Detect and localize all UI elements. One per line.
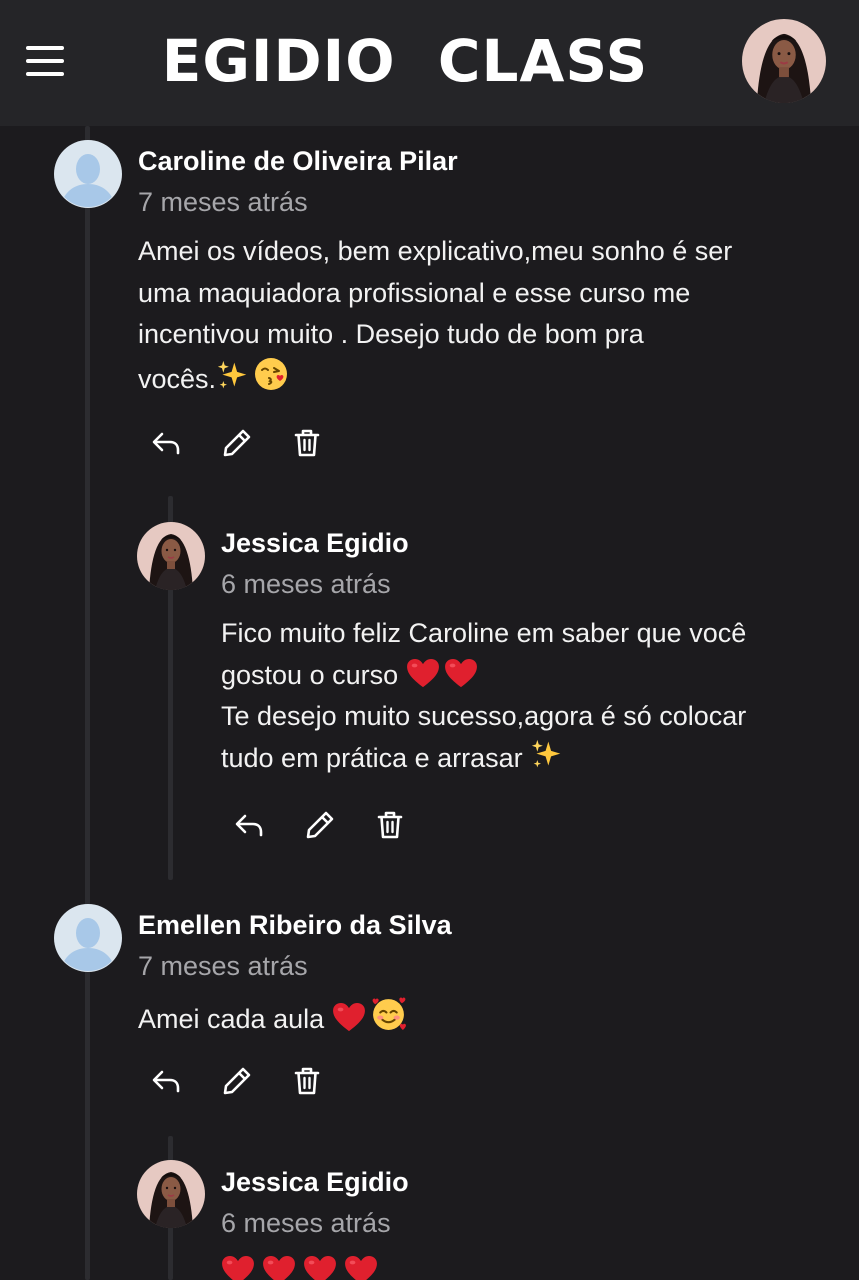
comment: Caroline de Oliveira Pilar 7 meses atrás… (0, 126, 859, 486)
reply-text-line: Te desejo muito sucesso,agora é só coloc… (221, 701, 747, 731)
comment-text: vocês. (138, 363, 217, 394)
reply-author: Jessica Egidio (221, 528, 409, 558)
reply-body (221, 1252, 841, 1280)
reply-comment: Jessica Egidio 6 meses atrás Fico muito … (0, 506, 859, 876)
sparkles-emoji (216, 359, 249, 392)
comment-text-line-last: vocês. (138, 356, 838, 401)
comment-text-line: Amei os vídeos, bem explicativo,meu sonh… (138, 236, 733, 266)
emoji-line (221, 1252, 841, 1280)
brand-logo: EGIDIO CLASS (161, 27, 649, 95)
jessica-avatar (137, 1160, 205, 1228)
comment-text: Amei cada aula (138, 1004, 325, 1034)
heart-emoji (221, 1255, 255, 1280)
comment-body: Amei os vídeos, bem explicativo,meu sonh… (138, 231, 838, 400)
reply-text-line: Fico muito feliz Caroline em saber que v… (221, 618, 747, 648)
reply-text-line: tudo em prática e arrasar (221, 738, 841, 780)
profile-avatar[interactable] (742, 19, 826, 103)
jessica-avatar (137, 522, 205, 590)
delete-icon[interactable] (289, 1063, 325, 1099)
smiling-face-with-hearts-emoji (370, 995, 407, 1032)
delete-icon[interactable] (289, 425, 325, 461)
hamburger-menu-icon[interactable] (26, 44, 66, 78)
reply-time: 6 meses atrás (221, 1208, 391, 1238)
comment: Emellen Ribeiro da Silva 7 meses atrás A… (0, 890, 859, 1130)
reply-text: tudo em prática e arrasar (221, 742, 523, 773)
reply-body: Fico muito feliz Caroline em saber que v… (221, 613, 841, 779)
comment-actions (148, 1063, 328, 1099)
heart-emoji (332, 1002, 366, 1032)
edit-icon[interactable] (219, 1063, 255, 1099)
comment-author: Caroline de Oliveira Pilar (138, 146, 458, 176)
edit-icon[interactable] (302, 807, 338, 843)
reply-icon[interactable] (148, 1063, 184, 1099)
reply-time: 6 meses atrás (221, 569, 391, 599)
user-avatar (54, 140, 122, 208)
reply-author: Jessica Egidio (221, 1167, 409, 1197)
heart-emoji (406, 658, 440, 688)
heart-emoji (344, 1255, 378, 1280)
user-avatar (54, 904, 122, 972)
reply-icon[interactable] (231, 807, 267, 843)
sparkles-emoji (530, 738, 563, 771)
app-header: EGIDIO CLASS (0, 0, 859, 126)
reply-comment: Jessica Egidio 6 meses atrás (0, 1146, 859, 1280)
heart-emoji (262, 1255, 296, 1280)
edit-icon[interactable] (219, 425, 255, 461)
comment-body: Amei cada aula (138, 995, 838, 1041)
reply-text: gostou o curso (221, 659, 399, 690)
comment-text-line: incentivou muito . Desejo tudo de bom pr… (138, 319, 644, 349)
reply-text-line: gostou o curso (221, 655, 841, 697)
delete-icon[interactable] (372, 807, 408, 843)
kiss-emoji (253, 356, 289, 392)
comment-time: 7 meses atrás (138, 951, 308, 981)
heart-emoji (303, 1255, 337, 1280)
comments-list: Caroline de Oliveira Pilar 7 meses atrás… (0, 126, 859, 1280)
heart-emoji (444, 658, 478, 688)
comment-actions (148, 425, 328, 461)
comment-time: 7 meses atrás (138, 187, 308, 217)
comment-text-line: Amei cada aula (138, 995, 838, 1041)
comment-text-line: uma maquiadora profissional e esse curso… (138, 277, 691, 308)
reply-actions (231, 807, 411, 843)
comment-author: Emellen Ribeiro da Silva (138, 910, 452, 940)
reply-icon[interactable] (148, 425, 184, 461)
